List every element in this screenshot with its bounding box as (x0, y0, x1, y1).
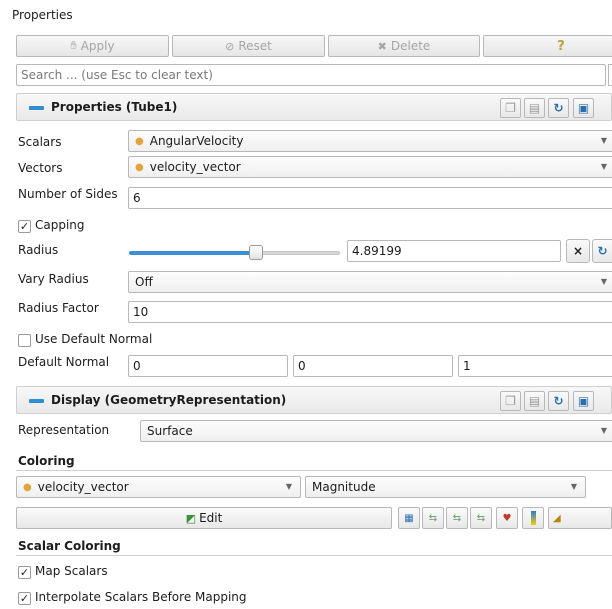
collapse-icon[interactable] (29, 399, 44, 403)
annotations-icon[interactable]: ◢ (548, 507, 612, 529)
edit-label: Edit (199, 511, 223, 525)
paste-icon[interactable]: ▤ (524, 391, 545, 411)
properties-section-header[interactable]: Properties (Tube1) ❐ ▤ ↻ ▣ (16, 93, 612, 121)
chevron-down-icon: ▼ (600, 277, 607, 286)
default-normal-y[interactable]: 0 (293, 355, 453, 377)
scalars-label: Scalars (18, 135, 62, 149)
reset-icon: ⊘ (225, 39, 235, 53)
chevron-down-icon: ▼ (570, 482, 577, 491)
color-legend-icon[interactable] (522, 507, 544, 529)
save-icon[interactable]: ▣ (573, 391, 594, 411)
use-default-normal-label: Use Default Normal (35, 332, 153, 346)
coloring-heading: Coloring (18, 454, 75, 468)
color-component-select[interactable]: Magnitude ▼ (305, 476, 586, 498)
default-normal-label: Default Normal (18, 355, 110, 369)
apply-label: Apply (80, 39, 115, 53)
sides-input[interactable]: 6 (128, 187, 612, 209)
help-button[interactable]: ? (483, 35, 612, 57)
delete-label: Delete (390, 39, 431, 53)
radius-label: Radius (18, 243, 59, 257)
representation-label: Representation (18, 423, 110, 437)
clear-icon[interactable]: × (566, 239, 590, 263)
vary-radius-value: Off (135, 275, 153, 289)
point-data-icon: ● (135, 136, 144, 147)
search-scroll-edge (608, 64, 612, 86)
default-normal-z[interactable]: 1 (458, 355, 612, 377)
color-array-value: velocity_vector (37, 480, 129, 494)
color-map-icon: ◩ (185, 511, 197, 525)
representation-value: Surface (147, 424, 193, 438)
paste-icon[interactable]: ▤ (524, 98, 545, 118)
chevron-down-icon: ▼ (600, 426, 607, 435)
rescale-visible-icon[interactable]: ⇆ (470, 507, 492, 529)
radius-factor-label: Radius Factor (18, 301, 99, 315)
reset-range-icon[interactable]: ↻ (592, 239, 612, 263)
reset-button[interactable]: ⊘ Reset (172, 35, 325, 57)
point-data-icon: ● (23, 482, 32, 493)
point-data-icon: ● (135, 162, 144, 173)
save-icon[interactable]: ▣ (573, 98, 594, 118)
rescale-range-icon[interactable]: ⇆ (422, 507, 444, 529)
copy-icon[interactable]: ❐ (500, 391, 521, 411)
use-default-normal-checkbox[interactable] (18, 334, 31, 347)
representation-select[interactable]: Surface ▼ (140, 420, 612, 442)
reset-label: Reset (238, 39, 272, 53)
reload-icon[interactable]: ↻ (548, 391, 569, 411)
scalars-value: AngularVelocity (149, 134, 244, 148)
scalars-select[interactable]: ● AngularVelocity ▼ (128, 130, 612, 152)
apply-icon: ✋︎ (70, 39, 77, 52)
chevron-down-icon: ▼ (600, 162, 607, 171)
capping-checkbox[interactable]: ✓ (18, 220, 31, 233)
vectors-select[interactable]: ● velocity_vector ▼ (128, 156, 612, 178)
scalar-coloring-divider (16, 555, 612, 556)
vectors-label: Vectors (18, 161, 63, 175)
vary-radius-label: Vary Radius (18, 272, 89, 286)
search-input[interactable]: Search ... (use Esc to clear text) (16, 64, 606, 86)
delete-button[interactable]: ✖ Delete (328, 35, 480, 57)
display-section-title: Display (GeometryRepresentation) (51, 393, 287, 407)
rescale-custom-icon[interactable]: ⇆ (446, 507, 468, 529)
capping-label: Capping (35, 218, 85, 232)
favorites-icon[interactable]: ♥ (496, 507, 518, 529)
color-component-value: Magnitude (312, 480, 376, 494)
vary-radius-select[interactable]: Off ▼ (128, 271, 612, 293)
delete-icon: ✖ (377, 39, 387, 53)
edit-color-map-button[interactable]: ◩ Edit (16, 507, 392, 529)
radius-slider-handle[interactable] (249, 245, 263, 260)
radius-slider-track[interactable] (257, 251, 340, 255)
chevron-down-icon: ▼ (600, 136, 607, 145)
panel-title: Properties (12, 8, 73, 22)
choose-preset-icon[interactable]: ▦ (398, 507, 420, 529)
interpolate-scalars-label: Interpolate Scalars Before Mapping (35, 590, 247, 604)
sides-label: Number of Sides (18, 187, 118, 201)
map-scalars-label: Map Scalars (35, 564, 108, 578)
chevron-down-icon: ▼ (285, 482, 292, 491)
default-normal-x[interactable]: 0 (128, 355, 288, 377)
color-array-select[interactable]: ● velocity_vector ▼ (16, 476, 301, 498)
display-section-header[interactable]: Display (GeometryRepresentation) ❐ ▤ ↻ ▣ (16, 386, 612, 414)
scalar-coloring-heading: Scalar Coloring (18, 539, 121, 553)
radius-factor-input[interactable]: 10 (128, 301, 612, 323)
properties-section-title: Properties (Tube1) (51, 100, 178, 114)
interpolate-scalars-checkbox[interactable]: ✓ (18, 592, 31, 605)
reload-icon[interactable]: ↻ (548, 98, 569, 118)
apply-button[interactable]: ✋︎ Apply (16, 35, 169, 57)
help-icon: ? (557, 38, 565, 54)
collapse-icon[interactable] (29, 106, 44, 110)
coloring-divider (16, 470, 612, 471)
radius-slider-fill (129, 251, 257, 255)
map-scalars-checkbox[interactable]: ✓ (18, 566, 31, 579)
radius-input[interactable]: 4.89199 (347, 240, 561, 262)
vectors-value: velocity_vector (149, 160, 241, 174)
copy-icon[interactable]: ❐ (500, 98, 521, 118)
